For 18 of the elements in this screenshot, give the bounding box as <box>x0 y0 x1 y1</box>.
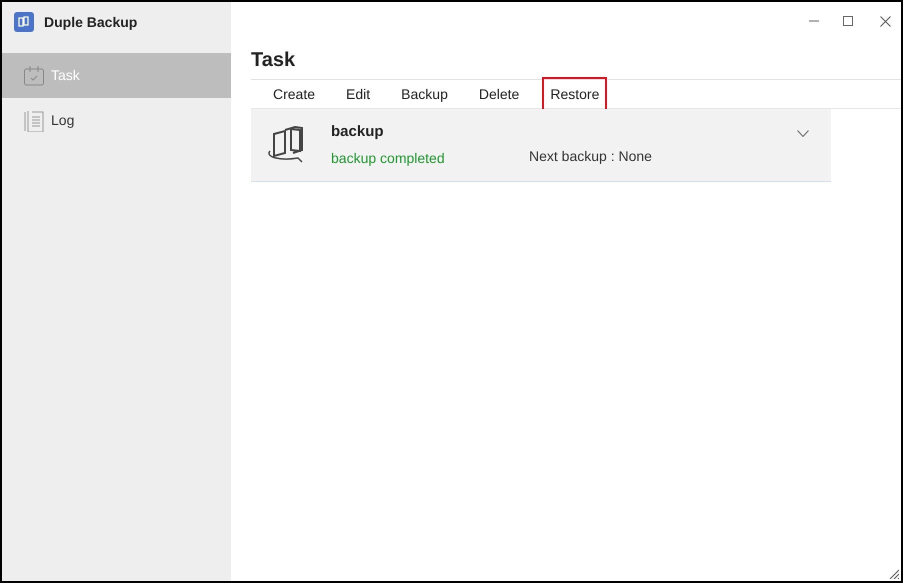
resize-grip-icon[interactable] <box>889 569 899 579</box>
window-title: Duple Backup <box>44 12 138 32</box>
calendar-icon <box>24 66 44 86</box>
page-title: Task <box>251 40 901 80</box>
toolbar-button[interactable]: Edit <box>338 77 378 111</box>
app-logo-icon <box>14 12 34 32</box>
chevron-down-icon[interactable] <box>797 130 809 137</box>
task-status: backup completed <box>331 148 445 168</box>
sidebar-item[interactable]: Log <box>2 98 231 143</box>
toolbar-button[interactable]: Backup <box>393 77 456 111</box>
toolbar-button[interactable]: Create <box>265 77 324 111</box>
task-card[interactable]: backup backup completed Next backup : None <box>251 109 831 182</box>
maximize-icon[interactable] <box>843 16 853 26</box>
next-backup-text: Next backup : None <box>529 147 652 166</box>
clipboard-icon <box>24 110 44 132</box>
toolbar-button[interactable]: Delete <box>470 77 528 111</box>
close-icon[interactable] <box>880 16 891 26</box>
task-name: backup <box>331 122 385 142</box>
